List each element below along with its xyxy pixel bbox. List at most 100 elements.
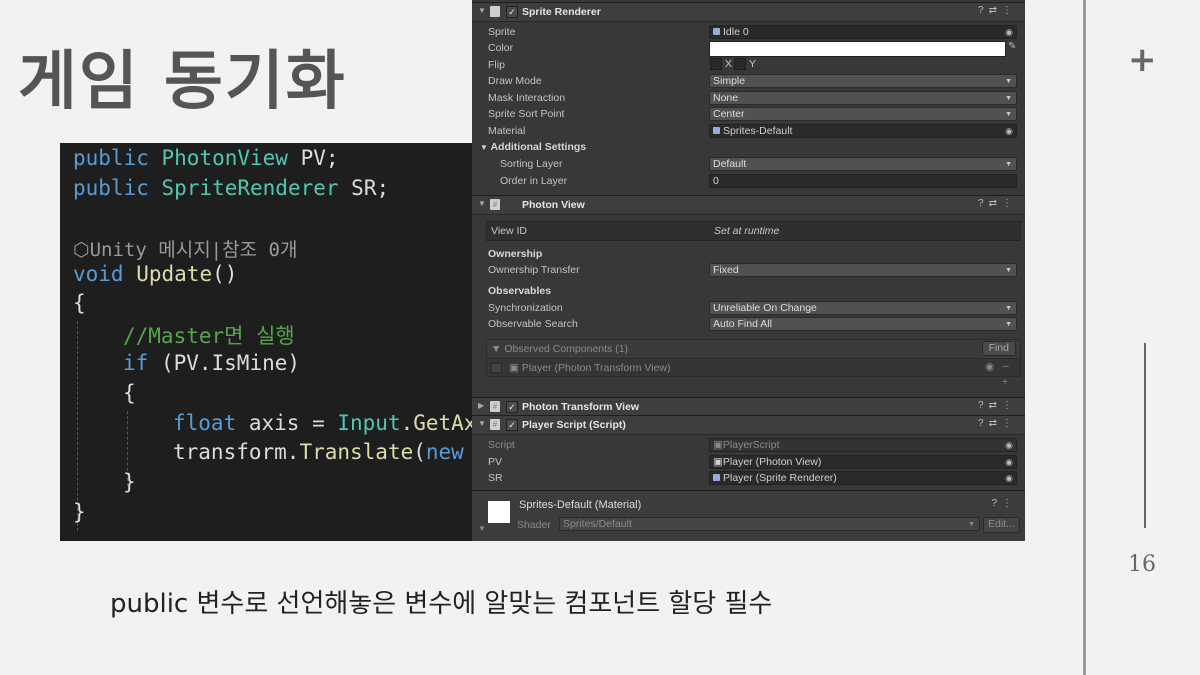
- ownership-section: Ownership: [488, 248, 543, 260]
- sr-field[interactable]: Player (Sprite Renderer) ◉: [709, 471, 1017, 485]
- code-line-pv: public PhotonView PV;: [73, 146, 339, 170]
- dropdown-arrow-icon: ▼: [1005, 321, 1012, 328]
- collapse-arrow-icon[interactable]: ▼: [478, 419, 486, 428]
- order-in-layer-label: Order in Layer: [500, 175, 568, 187]
- script-label: Script: [488, 439, 515, 451]
- code-inner-close: }: [123, 470, 136, 494]
- dropdown-arrow-icon: ▼: [1005, 267, 1012, 274]
- sprite-renderer-icon: [490, 6, 500, 17]
- color-label: Color: [488, 42, 514, 54]
- sprite-renderer-enabled-checkbox[interactable]: ✓: [506, 6, 518, 18]
- script-icon: #: [490, 199, 500, 210]
- observable-search-dropdown[interactable]: Auto Find All ▼: [709, 317, 1017, 331]
- material-asset-icon: [713, 127, 720, 134]
- color-swatch[interactable]: [709, 41, 1006, 57]
- material-field[interactable]: Sprites-Default ◉: [709, 124, 1017, 138]
- slide-title: 게임 동기화: [18, 45, 347, 119]
- dropdown-arrow-icon: ▼: [1005, 305, 1012, 312]
- object-picker-icon[interactable]: ◉: [1005, 456, 1013, 469]
- photon-transform-enabled-checkbox[interactable]: ✓: [506, 401, 518, 413]
- material-preview-swatch: [488, 501, 510, 523]
- code-panel: public PhotonView PV; public SpriteRende…: [60, 143, 472, 541]
- collapse-arrow-icon[interactable]: ▼: [478, 524, 486, 533]
- remove-component-button[interactable]: –: [1003, 360, 1009, 372]
- observed-components-header[interactable]: ▼ Observed Components (1) Find: [486, 339, 1021, 359]
- component-tools-icon[interactable]: ?⇄⋮: [978, 418, 1017, 429]
- cube-icon: ⬡: [73, 239, 90, 261]
- additional-settings-foldout[interactable]: ▼ Additional Settings: [480, 141, 586, 153]
- sorting-layer-dropdown[interactable]: Default ▼: [709, 157, 1017, 171]
- slide-divider: [1083, 0, 1086, 675]
- collapse-arrow-icon[interactable]: ▼: [480, 143, 488, 152]
- sorting-layer-label: Sorting Layer: [500, 158, 563, 170]
- shader-label: Shader: [517, 519, 551, 531]
- sr-label: SR: [488, 472, 503, 484]
- order-in-layer-input[interactable]: 0: [709, 174, 1017, 188]
- flip-y-label: Y: [749, 58, 757, 70]
- script-icon: ▣: [713, 439, 723, 451]
- code-line-update: void Update(): [73, 262, 238, 286]
- dropdown-arrow-icon: ▼: [1005, 111, 1012, 118]
- collapse-arrow-icon[interactable]: ▼: [478, 199, 486, 208]
- photon-transform-view-header[interactable]: ▶ # ✓ Photon Transform View ?⇄⋮: [472, 397, 1025, 417]
- flip-x-label: X: [725, 58, 733, 70]
- shader-dropdown[interactable]: Sprites/Default ▼: [559, 517, 980, 531]
- ownership-transfer-label: Ownership Transfer: [488, 264, 580, 276]
- eyedropper-icon[interactable]: ✎: [1008, 41, 1016, 52]
- photon-view-header[interactable]: ▼ # Photon View ?⇄⋮: [472, 195, 1025, 215]
- sort-point-dropdown[interactable]: Center ▼: [709, 107, 1017, 121]
- ownership-transfer-dropdown[interactable]: Fixed ▼: [709, 263, 1017, 277]
- slide-caption: public 변수로 선언해놓은 변수에 알맞는 컴포넌트 할당 필수: [110, 589, 773, 619]
- code-ref-hint[interactable]: ⬡Unity 메시지|참조 0개: [73, 235, 297, 262]
- flip-x-checkbox[interactable]: [710, 58, 722, 70]
- pv-label: PV: [488, 456, 503, 468]
- dropdown-arrow-icon: ▼: [968, 521, 975, 528]
- side-line: [1144, 343, 1146, 528]
- code-line-axis: float axis = Input.GetAx: [173, 411, 472, 435]
- mask-interaction-dropdown[interactable]: None ▼: [709, 91, 1017, 105]
- code-line-sr: public SpriteRenderer SR;: [73, 176, 390, 200]
- plus-icon: +: [1128, 40, 1157, 80]
- draw-mode-dropdown[interactable]: Simple ▼: [709, 74, 1017, 88]
- script-icon: #: [490, 419, 500, 430]
- sprite-renderer-icon: [713, 474, 720, 481]
- code-line-if: if (PV.IsMine): [123, 351, 301, 375]
- sprite-label: Sprite: [488, 26, 516, 38]
- expand-arrow-icon[interactable]: ▶: [478, 401, 484, 410]
- object-picker-icon[interactable]: ◉: [1005, 125, 1013, 138]
- component-tools-icon[interactable]: ?⇄⋮: [978, 400, 1017, 411]
- sort-point-label: Sprite Sort Point: [488, 108, 565, 120]
- material-label: Material: [488, 125, 526, 137]
- player-script-header[interactable]: ▼ # ✓ Player Script (Script) ?⇄⋮: [472, 415, 1025, 435]
- object-picker-icon[interactable]: ◉: [1005, 472, 1013, 485]
- code-line-translate: transform.Translate(new: [173, 440, 464, 464]
- component-tools-icon[interactable]: ?⇄⋮: [978, 198, 1017, 209]
- script-icon: #: [490, 401, 500, 412]
- drag-handle-icon[interactable]: [491, 363, 502, 373]
- dropdown-arrow-icon: ▼: [1005, 161, 1012, 168]
- unity-inspector: ▼ ✓ Sprite Renderer ?⇄⋮ Sprite Idle 0 ◉ C…: [472, 0, 1025, 541]
- pv-field[interactable]: ▣Player (Photon View) ◉: [709, 455, 1017, 469]
- observable-search-label: Observable Search: [488, 318, 578, 330]
- collapse-arrow-icon[interactable]: ▼: [478, 6, 486, 15]
- flip-y-checkbox[interactable]: [734, 58, 746, 70]
- code-brace-open: {: [73, 291, 86, 315]
- script-field: ▣PlayerScript ◉: [709, 438, 1017, 452]
- component-tools-icon[interactable]: ?⇄⋮: [978, 5, 1017, 16]
- synchronization-label: Synchronization: [488, 302, 563, 314]
- observed-component-row[interactable]: ▣ Player (Photon Transform View) ◉ –: [486, 358, 1021, 377]
- component-tools-icon[interactable]: ?⋮: [991, 498, 1017, 509]
- find-button[interactable]: Find: [981, 341, 1016, 356]
- object-picker-icon[interactable]: ◉: [1005, 26, 1013, 39]
- sprite-renderer-header[interactable]: ▼ ✓ Sprite Renderer ?⇄⋮: [472, 2, 1025, 22]
- synchronization-dropdown[interactable]: Unreliable On Change ▼: [709, 301, 1017, 315]
- add-component-button[interactable]: +: [1002, 376, 1008, 388]
- edit-shader-button[interactable]: Edit...: [983, 517, 1020, 533]
- page-number: 16: [1128, 552, 1156, 577]
- object-picker-icon[interactable]: ◉: [985, 361, 994, 373]
- player-script-enabled-checkbox[interactable]: ✓: [506, 419, 518, 431]
- dropdown-arrow-icon: ▼: [1005, 78, 1012, 85]
- sprite-field[interactable]: Idle 0 ◉: [709, 25, 1017, 39]
- script-icon: ▣: [713, 456, 723, 468]
- dropdown-arrow-icon: ▼: [1005, 95, 1012, 102]
